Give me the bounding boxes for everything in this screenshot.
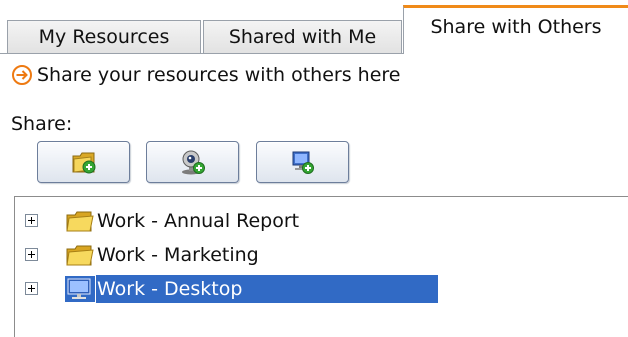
share-window: My Resources Shared with Me Share with O… (0, 0, 628, 337)
tree-item[interactable]: Work - Marketing (15, 239, 615, 271)
share-desktop-button[interactable] (256, 141, 349, 183)
add-desktop-icon (288, 148, 318, 176)
tree-item-label: Work - Annual Report (97, 210, 300, 232)
folder-icon (65, 208, 95, 234)
expand-icon[interactable] (25, 248, 38, 261)
share-label: Share: (11, 113, 73, 135)
tab-bar: My Resources Shared with Me Share with O… (0, 0, 628, 54)
add-folder-icon (69, 148, 99, 176)
info-message: Share your resources with others here (11, 63, 400, 87)
share-folder-button[interactable] (37, 141, 130, 183)
tree-item-selected[interactable]: Work - Desktop (15, 273, 615, 305)
tree-item[interactable]: Work - Annual Report (15, 205, 615, 237)
info-text: Share your resources with others here (37, 64, 401, 86)
expand-icon[interactable] (25, 214, 38, 227)
tab-label: Share with Others (430, 16, 602, 38)
expand-icon[interactable] (25, 282, 38, 295)
tab-my-resources[interactable]: My Resources (7, 20, 201, 53)
tab-shared-with-me[interactable]: Shared with Me (203, 20, 402, 53)
share-webcam-button[interactable] (146, 141, 239, 183)
arrow-circle-icon (11, 64, 33, 86)
tree-item-label: Work - Marketing (97, 244, 259, 266)
tab-label: Shared with Me (228, 26, 377, 48)
folder-icon (65, 242, 95, 268)
tree-item-label: Work - Desktop (96, 275, 438, 303)
shared-resources-tree[interactable]: Work - Annual Report Work - Marketing Wo… (14, 196, 628, 337)
add-webcam-icon (178, 148, 208, 176)
tab-share-with-others[interactable]: Share with Others (403, 5, 628, 54)
desktop-icon (65, 276, 95, 302)
tab-label: My Resources (38, 26, 170, 48)
